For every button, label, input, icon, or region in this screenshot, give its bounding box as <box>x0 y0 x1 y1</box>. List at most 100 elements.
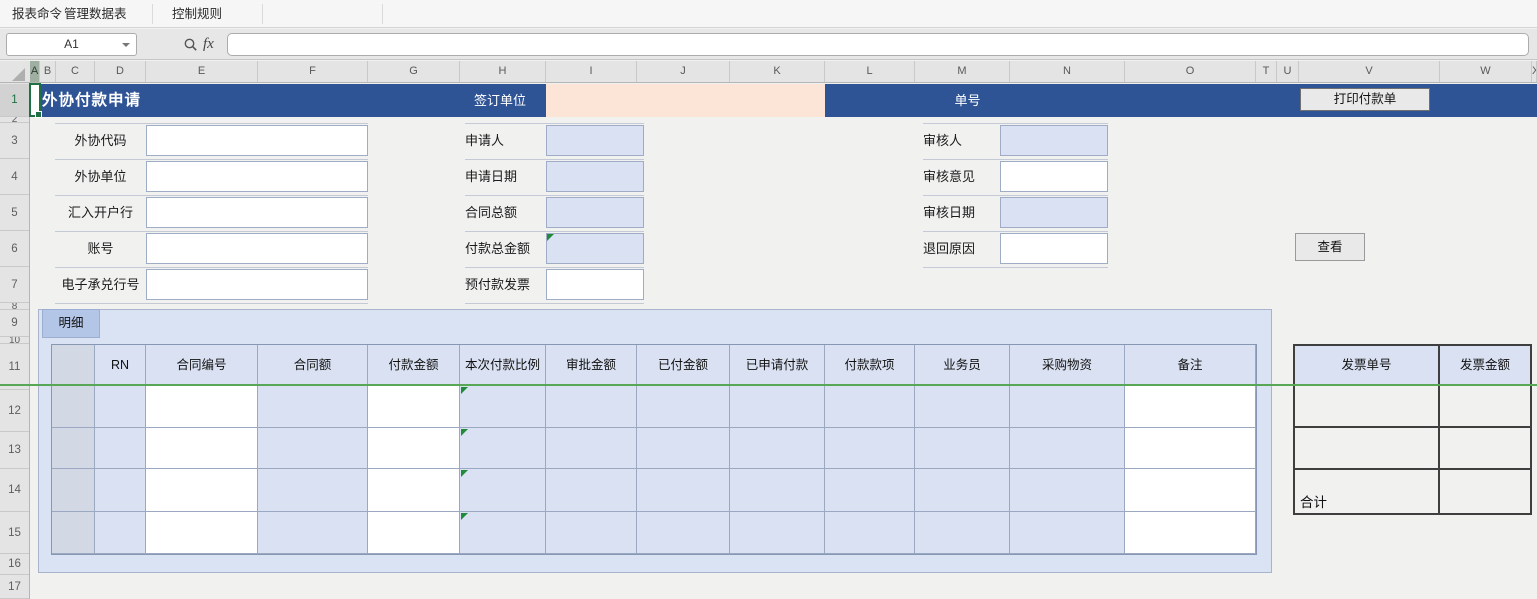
detail-cell-r1-c2[interactable] <box>146 428 258 469</box>
invoice-header-1[interactable]: 发票金额 <box>1440 345 1530 386</box>
invoice-cell-r1-c1[interactable] <box>1440 428 1530 470</box>
detail-header-3[interactable]: 合同额 <box>258 345 368 386</box>
detail-header-5[interactable]: 本次付款比例 <box>460 345 546 386</box>
detail-cell-r0-c1[interactable] <box>95 386 146 428</box>
column-header-X[interactable]: X <box>1532 61 1537 82</box>
form-right-input-1[interactable] <box>1000 161 1108 192</box>
formula-input[interactable] <box>227 33 1529 56</box>
detail-cell-r0-c4[interactable] <box>368 386 460 428</box>
column-header-V[interactable]: V <box>1299 61 1440 82</box>
detail-header-9[interactable]: 付款款项 <box>825 345 915 386</box>
column-header-H[interactable]: H <box>460 61 546 82</box>
detail-cell-r3-c5[interactable] <box>460 512 546 554</box>
row-header-17[interactable]: 17 <box>0 575 29 599</box>
view-button[interactable]: 查看 <box>1295 233 1365 261</box>
detail-cell-r1-c8[interactable] <box>730 428 825 469</box>
detail-cell-r3-c4[interactable] <box>368 512 460 554</box>
detail-cell-r3-c11[interactable] <box>1010 512 1125 554</box>
detail-cell-r0-c12[interactable] <box>1125 386 1256 428</box>
form-left-input-0[interactable] <box>146 125 368 156</box>
row-header-10[interactable]: 10 <box>0 337 29 344</box>
column-header-W[interactable]: W <box>1440 61 1532 82</box>
detail-header-11[interactable]: 采购物资 <box>1010 345 1125 386</box>
detail-header-1[interactable]: RN <box>95 345 146 386</box>
detail-cell-r0-c9[interactable] <box>825 386 915 428</box>
invoice-cell-r0-c0[interactable] <box>1295 386 1440 428</box>
signing-unit-value-cell[interactable] <box>546 84 825 117</box>
column-header-J[interactable]: J <box>637 61 730 82</box>
fill-handle[interactable] <box>35 111 42 118</box>
row-header-14[interactable]: 14 <box>0 469 29 512</box>
row-header-1[interactable]: 1 <box>0 84 29 117</box>
row-header-9[interactable]: 9 <box>0 310 29 337</box>
detail-cell-r0-c0[interactable] <box>52 386 95 428</box>
invoice-header-0[interactable]: 发票单号 <box>1295 345 1440 386</box>
chevron-down-icon[interactable] <box>122 43 130 47</box>
form-middle-input-0[interactable] <box>546 125 644 156</box>
column-header-A[interactable]: A <box>30 61 40 82</box>
form-middle-input-3[interactable] <box>546 233 644 264</box>
column-header-I[interactable]: I <box>546 61 637 82</box>
detail-cell-r3-c3[interactable] <box>258 512 368 554</box>
detail-cell-r3-c10[interactable] <box>915 512 1010 554</box>
detail-cell-r1-c4[interactable] <box>368 428 460 469</box>
detail-cell-r1-c12[interactable] <box>1125 428 1256 469</box>
detail-cell-r0-c7[interactable] <box>637 386 730 428</box>
row-header-3[interactable]: 3 <box>0 123 29 159</box>
column-header-F[interactable]: F <box>258 61 368 82</box>
form-left-input-2[interactable] <box>146 197 368 228</box>
column-header-K[interactable]: K <box>730 61 825 82</box>
detail-cell-r1-c3[interactable] <box>258 428 368 469</box>
detail-cell-r2-c7[interactable] <box>637 469 730 512</box>
detail-cell-r3-c7[interactable] <box>637 512 730 554</box>
detail-cell-r2-c12[interactable] <box>1125 469 1256 512</box>
detail-cell-r3-c12[interactable] <box>1125 512 1256 554</box>
detail-header-4[interactable]: 付款金额 <box>368 345 460 386</box>
form-right-input-3[interactable] <box>1000 233 1108 264</box>
column-header-E[interactable]: E <box>146 61 258 82</box>
detail-cell-r2-c9[interactable] <box>825 469 915 512</box>
detail-cell-r2-c5[interactable] <box>460 469 546 512</box>
detail-cell-r1-c7[interactable] <box>637 428 730 469</box>
detail-cell-r1-c9[interactable] <box>825 428 915 469</box>
detail-cell-r2-c4[interactable] <box>368 469 460 512</box>
detail-cell-r0-c2[interactable] <box>146 386 258 428</box>
detail-cell-r0-c5[interactable] <box>460 386 546 428</box>
column-header-C[interactable]: C <box>56 61 95 82</box>
detail-header-6[interactable]: 审批金额 <box>546 345 637 386</box>
detail-header-0[interactable] <box>52 345 95 386</box>
detail-header-8[interactable]: 已申请付款 <box>730 345 825 386</box>
detail-cell-r1-c0[interactable] <box>52 428 95 469</box>
toolbar-tab-2[interactable]: 控制规则 <box>172 0 222 28</box>
invoice-cell-r0-c1[interactable] <box>1440 386 1530 428</box>
detail-cell-r2-c2[interactable] <box>146 469 258 512</box>
row-header-12[interactable]: 12 <box>0 390 29 432</box>
toolbar-tab-1[interactable]: 管理数据表 <box>64 0 127 28</box>
detail-header-7[interactable]: 已付金额 <box>637 345 730 386</box>
detail-cell-r0-c10[interactable] <box>915 386 1010 428</box>
column-header-L[interactable]: L <box>825 61 915 82</box>
form-left-input-3[interactable] <box>146 233 368 264</box>
detail-cell-r2-c11[interactable] <box>1010 469 1125 512</box>
tab-detail[interactable]: 明细 <box>42 309 100 338</box>
column-header-T[interactable]: T <box>1256 61 1277 82</box>
magnifier-icon[interactable] <box>183 37 199 53</box>
invoice-cell-r1-c0[interactable] <box>1295 428 1440 470</box>
detail-cell-r0-c8[interactable] <box>730 386 825 428</box>
form-middle-input-2[interactable] <box>546 197 644 228</box>
form-left-input-4[interactable] <box>146 269 368 300</box>
detail-header-10[interactable]: 业务员 <box>915 345 1010 386</box>
detail-cell-r1-c11[interactable] <box>1010 428 1125 469</box>
detail-cell-r3-c0[interactable] <box>52 512 95 554</box>
detail-cell-r2-c8[interactable] <box>730 469 825 512</box>
detail-cell-r1-c6[interactable] <box>546 428 637 469</box>
column-header-G[interactable]: G <box>368 61 460 82</box>
select-all-corner-icon[interactable] <box>12 68 25 81</box>
column-header-U[interactable]: U <box>1277 61 1299 82</box>
detail-cell-r3-c6[interactable] <box>546 512 637 554</box>
row-header-15[interactable]: 15 <box>0 512 29 554</box>
detail-cell-r1-c10[interactable] <box>915 428 1010 469</box>
row-header-7[interactable]: 7 <box>0 267 29 303</box>
form-right-input-0[interactable] <box>1000 125 1108 156</box>
detail-cell-r3-c1[interactable] <box>95 512 146 554</box>
